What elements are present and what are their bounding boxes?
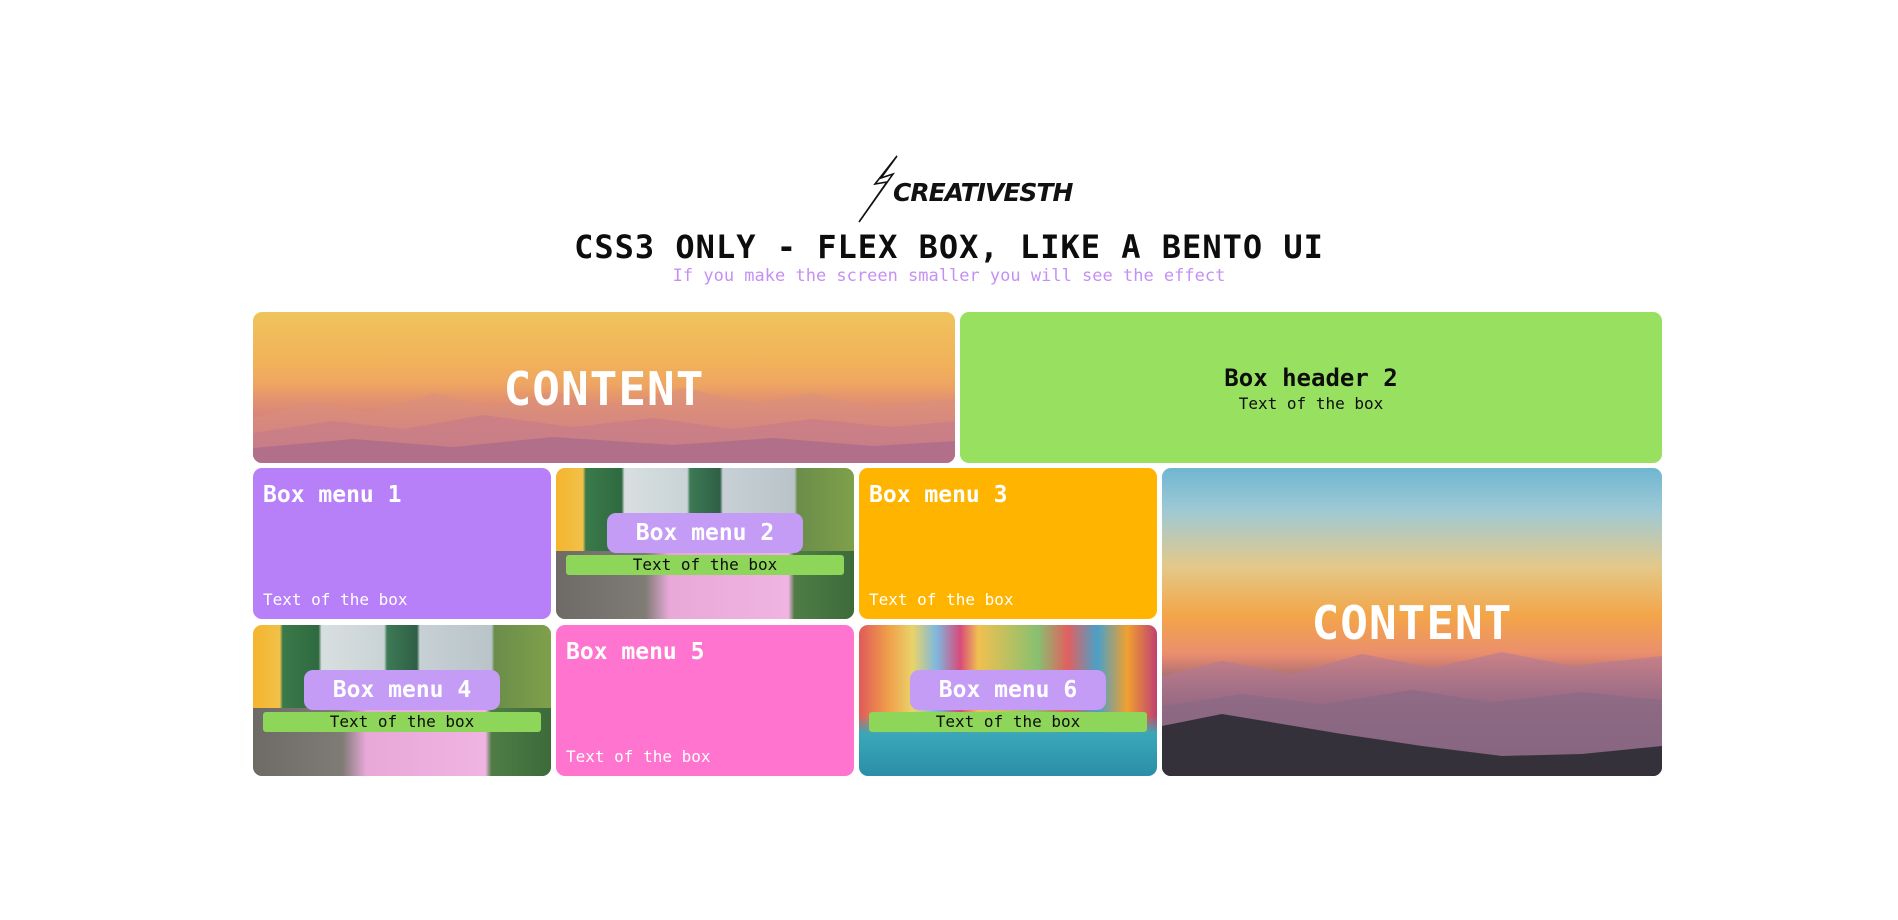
box-header-text: Text of the box (1238, 394, 1384, 413)
box-menu-text: Text of the box (566, 747, 711, 766)
box-menu-title: Box menu 3 (869, 482, 1008, 508)
box-header-title: Box header 2 (1224, 364, 1398, 392)
box-menu-5[interactable]: Box menu 5 Text of the box (556, 625, 854, 776)
box-menu-1[interactable]: Box menu 1 Text of the box (253, 468, 551, 619)
box-menu-title: Box menu 4 (304, 670, 500, 710)
box-menu-text: Text of the box (566, 555, 844, 575)
brand-logo: CREATIVESTH (853, 154, 1073, 223)
box-menu-4[interactable]: Box menu 4 Text of the box (253, 625, 551, 776)
box-menu-3[interactable]: Box menu 3 Text of the box (859, 468, 1157, 619)
content-label: CONTENT (1311, 596, 1513, 650)
box-menu-text: Text of the box (869, 712, 1147, 732)
page-subtitle: If you make the screen smaller you will … (672, 266, 1226, 286)
page-title: CSS3 ONLY - FLEX BOX, LIKE A BENTO UI (574, 228, 1324, 266)
box-menu-6[interactable]: Box menu 6 Text of the box (859, 625, 1157, 776)
header-box-content[interactable]: CONTENT (253, 312, 955, 463)
header-box-2[interactable]: Box header 2 Text of the box (960, 312, 1662, 463)
box-menu-2[interactable]: Box menu 2 Text of the box (556, 468, 854, 619)
box-menu-title: Box menu 6 (910, 670, 1106, 710)
box-menu-title: Box menu 2 (607, 513, 803, 553)
box-menu-text: Text of the box (263, 590, 408, 609)
content-label: CONTENT (503, 362, 705, 416)
box-menu-text: Text of the box (263, 712, 541, 732)
box-menu-text: Text of the box (869, 590, 1014, 609)
box-menu-title: Box menu 1 (263, 482, 402, 508)
box-menu-title: Box menu 5 (566, 639, 705, 665)
side-box-content[interactable]: CONTENT (1162, 468, 1662, 776)
logo-text: CREATIVESTH (893, 178, 1073, 207)
